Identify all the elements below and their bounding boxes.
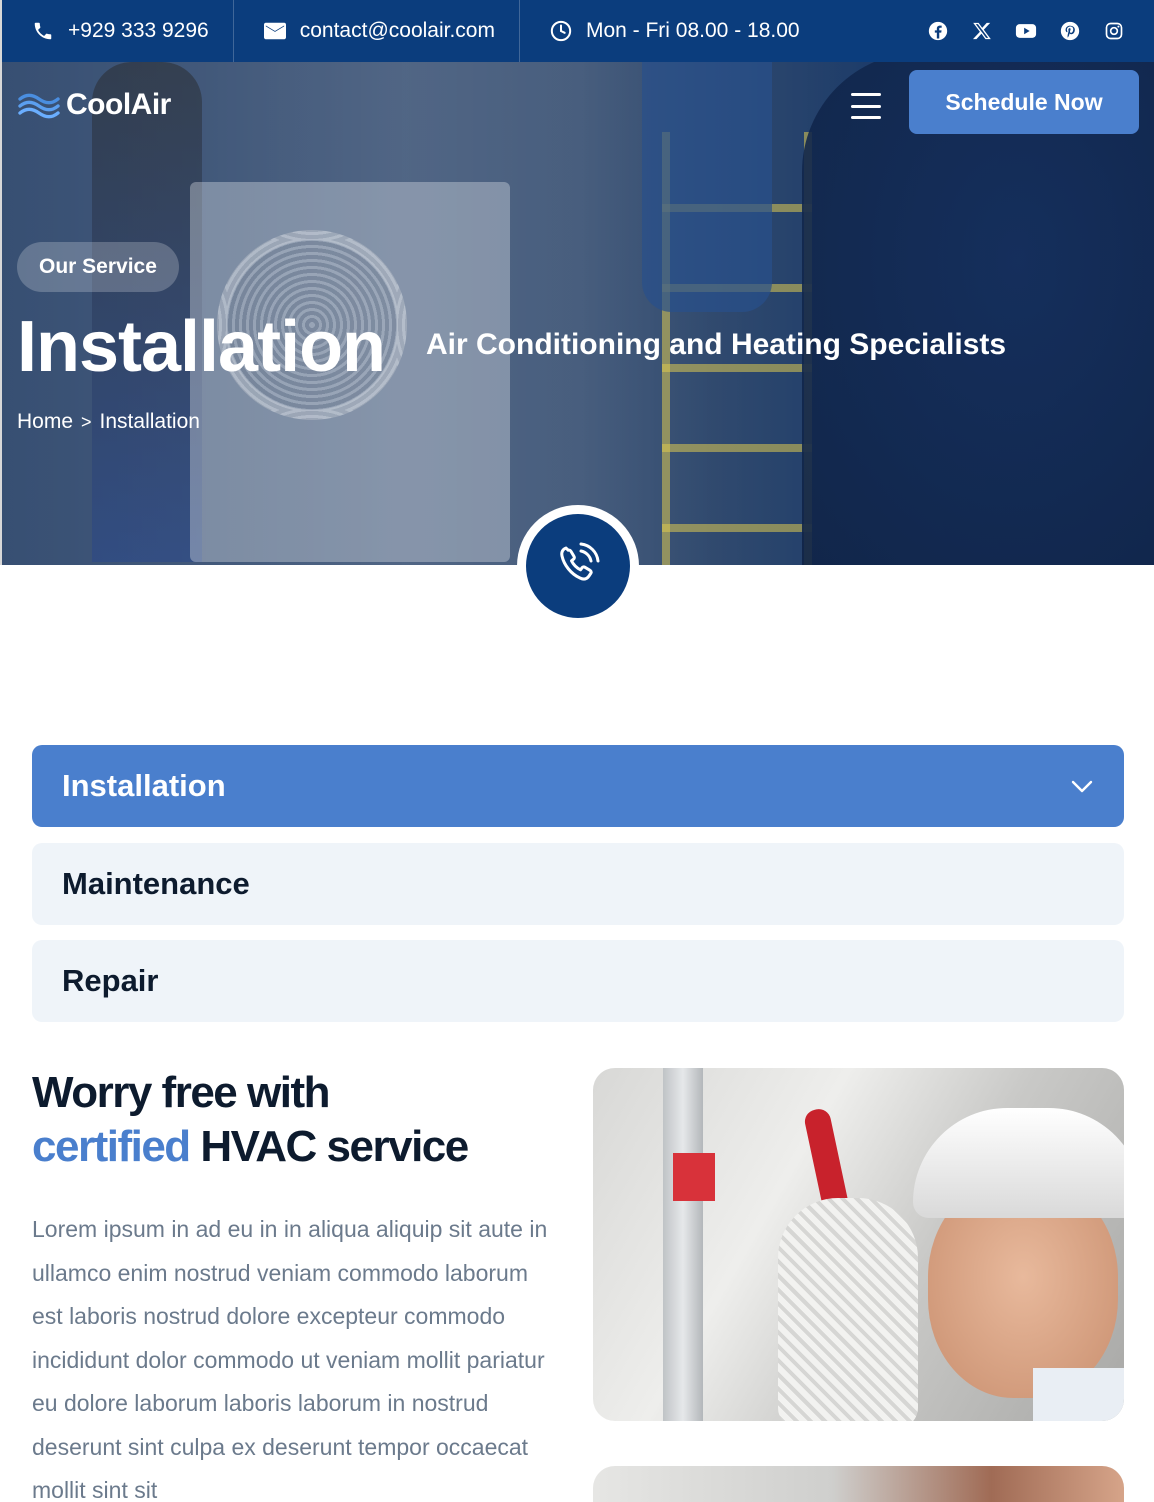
site-logo-text: CoolAir bbox=[66, 88, 171, 121]
accordion-label: Repair bbox=[62, 963, 159, 998]
photo-shirt bbox=[1033, 1368, 1124, 1421]
section-body: Lorem ipsum in ad eu in in aliqua aliqui… bbox=[32, 1216, 548, 1502]
pinterest-icon[interactable] bbox=[1058, 19, 1082, 43]
x-icon[interactable] bbox=[970, 19, 994, 43]
hero-tag: Our Service bbox=[17, 242, 179, 292]
site-logo[interactable]: CoolAir bbox=[18, 88, 171, 122]
section-title-line1: Worry free with bbox=[32, 1068, 330, 1117]
section-title: Worry free with certified HVAC service bbox=[32, 1066, 572, 1174]
section-title-accent: certified bbox=[32, 1122, 191, 1171]
menu-line bbox=[851, 93, 881, 96]
social-links bbox=[926, 19, 1154, 43]
phone-icon bbox=[34, 22, 52, 40]
accordion-label: Maintenance bbox=[62, 866, 250, 901]
photo-glove bbox=[778, 1198, 918, 1421]
facebook-icon[interactable] bbox=[926, 19, 950, 43]
topbar-email[interactable]: contact@coolair.com bbox=[232, 0, 519, 62]
topbar-hours: Mon - Fri 08.00 - 18.00 bbox=[518, 0, 824, 62]
accordion-item-installation[interactable]: Installation bbox=[32, 745, 1124, 827]
youtube-icon[interactable] bbox=[1014, 19, 1038, 43]
photo-pipe bbox=[663, 1068, 703, 1421]
clock-icon bbox=[550, 20, 572, 42]
accordion-item-repair[interactable]: Repair bbox=[32, 940, 1124, 1022]
photo-helmet bbox=[913, 1108, 1124, 1218]
hero-photo-canister bbox=[642, 62, 772, 312]
call-badge-inner bbox=[526, 514, 630, 618]
photo-tape bbox=[673, 1153, 715, 1201]
breadcrumb-home-link[interactable]: Home bbox=[17, 410, 73, 434]
topbar-phone[interactable]: +929 333 9296 bbox=[2, 0, 233, 62]
breadcrumb-current: Installation bbox=[99, 410, 200, 433]
topbar-phone-text: +929 333 9296 bbox=[68, 19, 209, 42]
section-title-rest: HVAC service bbox=[189, 1122, 469, 1171]
menu-line bbox=[851, 116, 881, 119]
breadcrumb-separator: > bbox=[81, 411, 92, 432]
call-badge[interactable] bbox=[517, 505, 639, 627]
hero-photo-worker bbox=[802, 62, 1154, 565]
hamburger-menu-icon[interactable] bbox=[851, 93, 881, 119]
accordion-item-maintenance[interactable]: Maintenance bbox=[32, 843, 1124, 925]
envelope-icon bbox=[263, 22, 286, 40]
topbar-email-text: contact@coolair.com bbox=[299, 19, 495, 42]
page-title: Installation bbox=[17, 307, 386, 387]
instagram-icon[interactable] bbox=[1102, 19, 1126, 43]
breadcrumb: Home > Installation bbox=[17, 410, 200, 434]
menu-line bbox=[851, 104, 881, 108]
chevron-down-icon bbox=[1071, 780, 1093, 793]
schedule-now-button[interactable]: Schedule Now bbox=[909, 70, 1139, 134]
topbar-hours-text: Mon - Fri 08.00 - 18.00 bbox=[585, 19, 800, 42]
wave-logo-icon bbox=[18, 93, 60, 119]
second-photo bbox=[593, 1466, 1124, 1502]
accordion-label: Installation bbox=[62, 768, 226, 803]
technician-photo bbox=[593, 1068, 1124, 1421]
hero-subtitle: Air Conditioning and Heating Specialists bbox=[426, 328, 1007, 361]
top-info-bar: +929 333 9296 contact@coolair.com Mon - … bbox=[0, 0, 1154, 62]
phone-ringing-icon bbox=[560, 542, 600, 581]
